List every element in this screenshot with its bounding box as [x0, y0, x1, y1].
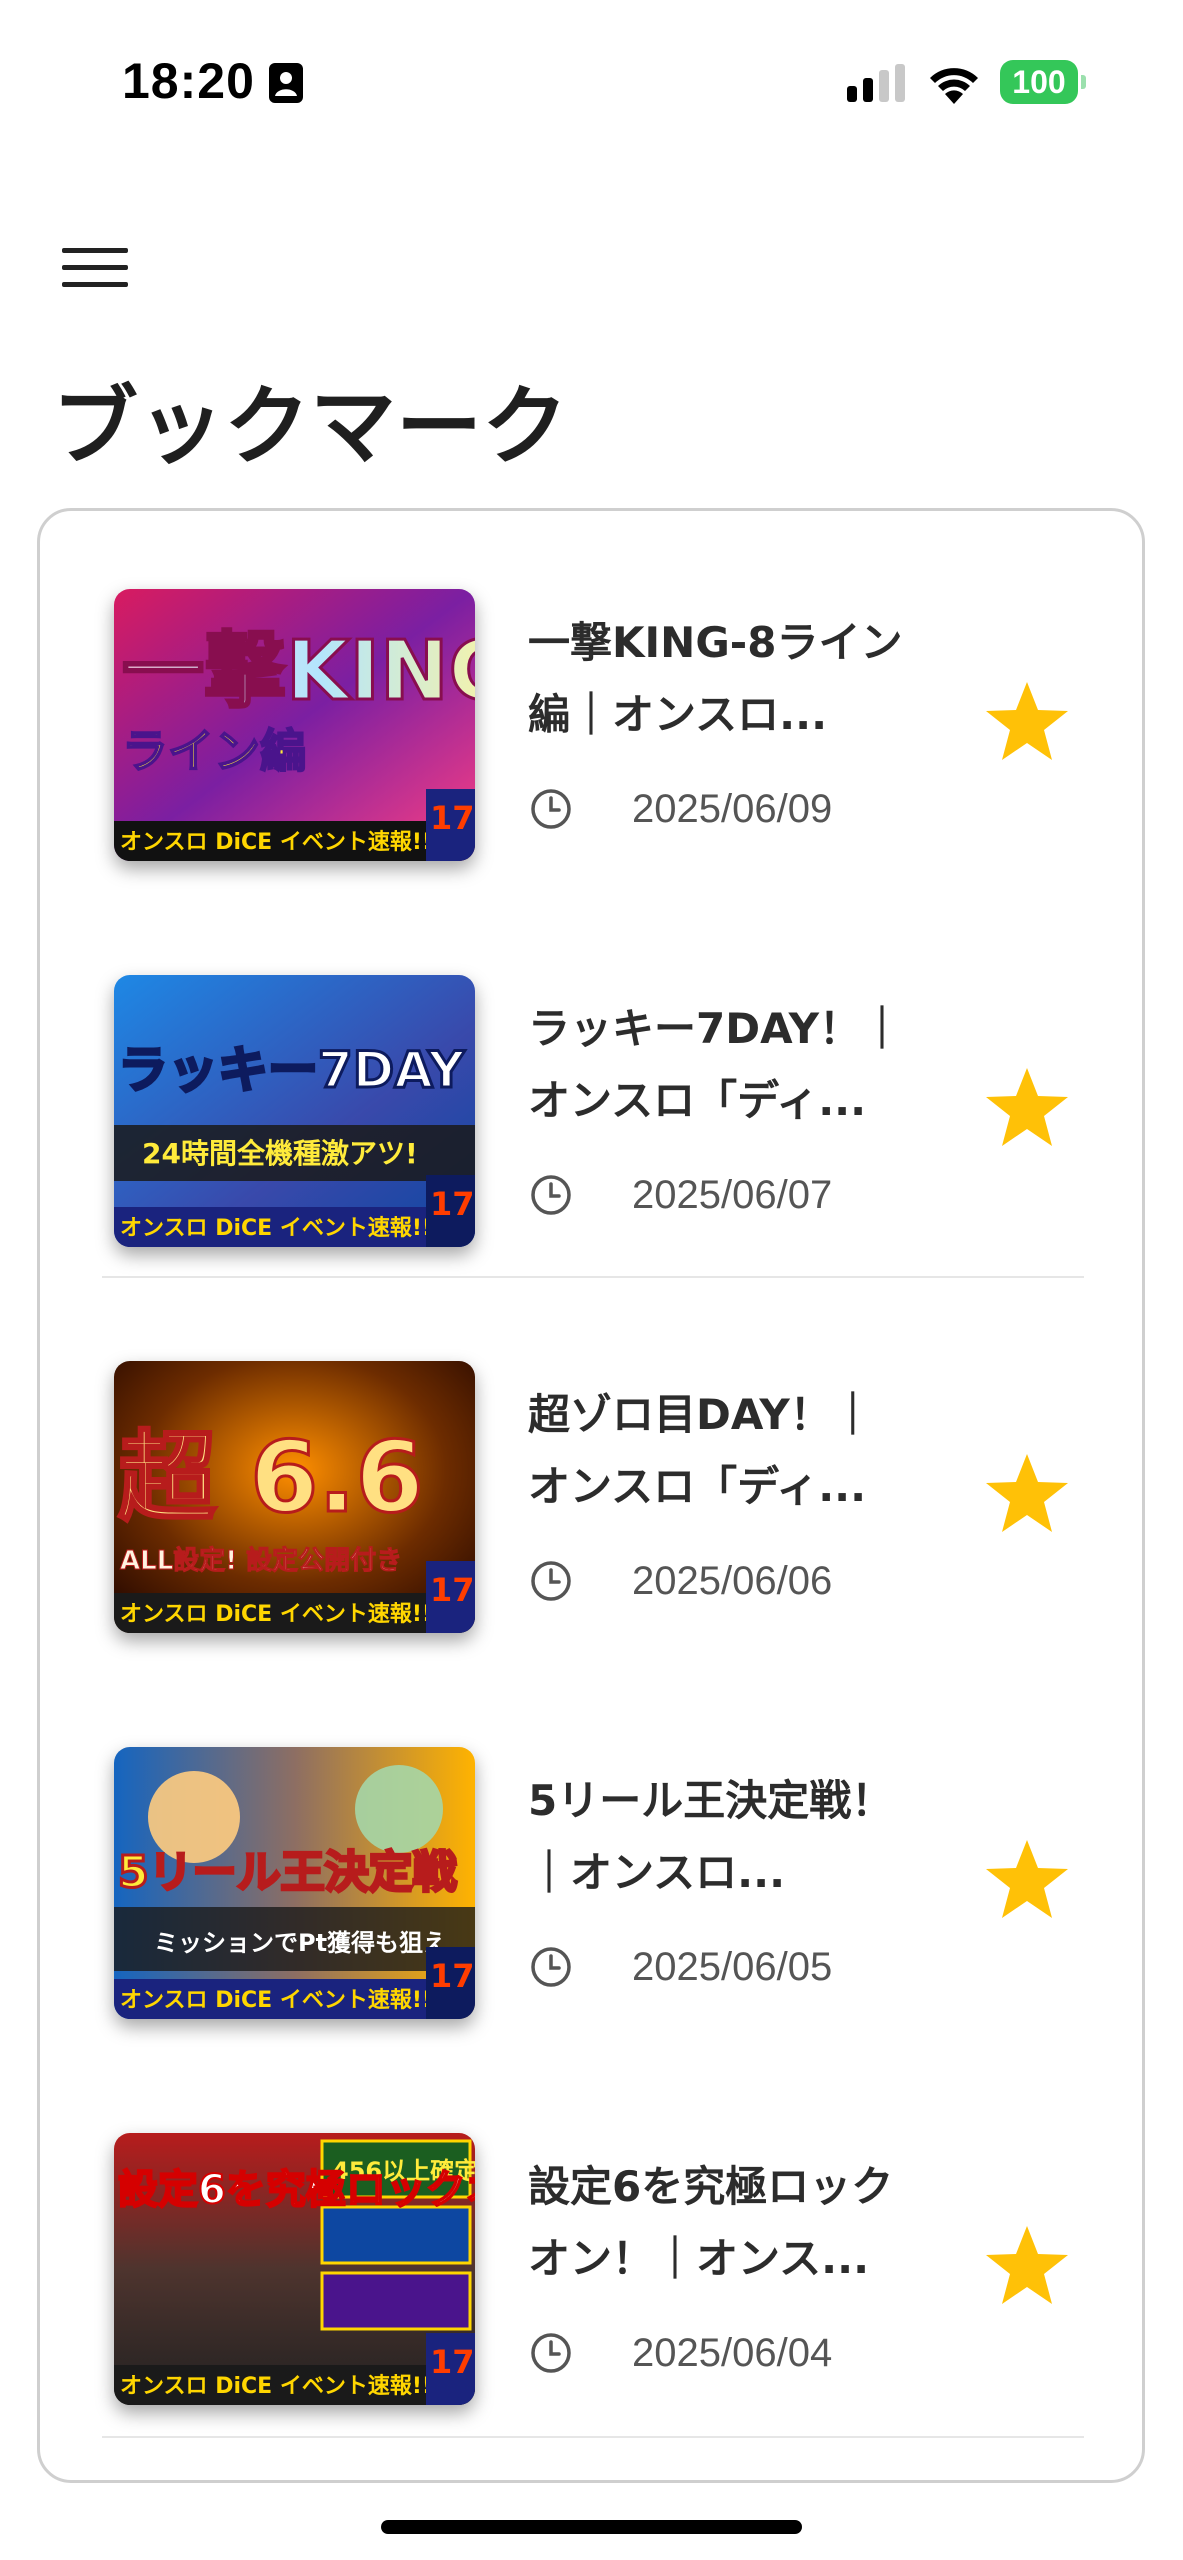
cellular-signal-icon — [847, 64, 905, 102]
bookmark-title-line: オンスロ「ディ... — [528, 1462, 867, 1511]
bookmark-star-icon[interactable] — [982, 1448, 1072, 1538]
bookmark-title-line: ラッキー7DAY！｜ — [528, 1004, 903, 1053]
status-bar: 18:20 100 — [0, 0, 1183, 160]
svg-text:ライン編: ライン編 — [122, 724, 306, 778]
menu-button[interactable] — [52, 232, 138, 304]
svg-text:17: 17 — [430, 799, 475, 837]
battery-level: 100 — [1000, 60, 1078, 104]
divider — [102, 1276, 1084, 1278]
bookmark-item[interactable]: 456以上確定! 設定6を究極ロックオン オンスロ DiCE イベント速報!! … — [40, 2055, 1142, 2441]
svg-text:24時間全機種激アツ!: 24時間全機種激アツ! — [142, 1137, 418, 1170]
thumbnail-image: 5リール王決定戦 ミッションでPt獲得も狙え オンスロ DiCE イベント速報!… — [114, 1747, 475, 2019]
bookmark-title-line: ｜オンスロ... — [528, 1848, 786, 1897]
svg-text:ALL設定! 設定公開付き: ALL設定! 設定公開付き — [120, 1545, 402, 1576]
status-time: 18:20 — [122, 53, 255, 109]
bookmark-star-icon[interactable] — [982, 2220, 1072, 2310]
clock-icon — [531, 1947, 571, 1987]
id-card-icon — [269, 63, 303, 103]
svg-text:超 6.6: 超 6.6 — [118, 1421, 424, 1535]
bookmark-date: 2025/06/04 — [632, 2331, 833, 2375]
svg-text:オンスロ DiCE イベント速報!!: オンスロ DiCE イベント速報!! — [120, 2373, 432, 2399]
bookmark-title-line: 一撃KING-8ライン — [528, 618, 903, 667]
clock-icon — [531, 789, 571, 829]
svg-text:ラッキー7DAY: ラッキー7DAY — [118, 1041, 465, 1099]
clock-icon — [531, 1175, 571, 1215]
svg-text:17: 17 — [430, 1571, 475, 1609]
bookmark-date: 2025/06/07 — [632, 1173, 833, 1217]
bookmark-star-icon[interactable] — [982, 1062, 1072, 1152]
svg-text:オンスロ DiCE イベント速報!!: オンスロ DiCE イベント速報!! — [120, 1215, 432, 1241]
bookmark-item[interactable]: 超 6.6 ALL設定! 設定公開付き オンスロ DiCE イベント速報!! 1… — [40, 1283, 1142, 1669]
svg-text:オンスロ DiCE イベント速報!!: オンスロ DiCE イベント速報!! — [120, 829, 432, 855]
bookmark-item[interactable]: ラッキー7DAY 24時間全機種激アツ! オンスロ DiCE イベント速報!! … — [40, 897, 1142, 1283]
bookmark-title-line: 超ゾロ目DAY！｜ — [528, 1390, 874, 1439]
divider — [102, 2436, 1084, 2438]
thumbnail-image: 456以上確定! 設定6を究極ロックオン オンスロ DiCE イベント速報!! … — [114, 2133, 475, 2405]
menu-line — [62, 265, 128, 270]
svg-text:5リール王決定戦: 5リール王決定戦 — [118, 1847, 457, 1898]
bookmark-star-icon[interactable] — [982, 1834, 1072, 1924]
thumbnail-image: 超 6.6 ALL設定! 設定公開付き オンスロ DiCE イベント速報!! 1… — [114, 1361, 475, 1633]
thumbnail-image: 一撃KING ライン編 オンスロ DiCE イベント速報!! 17 — [114, 589, 475, 861]
wifi-icon — [930, 68, 978, 104]
svg-text:ミッションでPt獲得も狙え: ミッションでPt獲得も狙え — [154, 1929, 447, 1957]
bookmark-list: 一撃KING ライン編 オンスロ DiCE イベント速報!! 17 一撃KING… — [37, 508, 1145, 2483]
bookmark-date: 2025/06/06 — [632, 1559, 833, 1603]
clock-icon — [531, 2333, 571, 2373]
bookmark-title[interactable]: 5リール王決定戦！ ｜オンスロ... — [528, 1765, 978, 1909]
svg-text:17: 17 — [430, 2343, 475, 2381]
battery-indicator: 100 — [1000, 60, 1086, 104]
bookmark-title-line: オン！｜オンス... — [528, 2234, 870, 2283]
svg-text:オンスロ DiCE イベント速報!!: オンスロ DiCE イベント速報!! — [120, 1601, 432, 1627]
bookmark-title-line: オンスロ「ディ... — [528, 1076, 867, 1125]
bookmark-title-line: 設定6を究極ロック — [528, 2162, 894, 2211]
thumbnail-image: ラッキー7DAY 24時間全機種激アツ! オンスロ DiCE イベント速報!! … — [114, 975, 475, 1247]
bookmark-item[interactable]: 5リール王決定戦 ミッションでPt獲得も狙え オンスロ DiCE イベント速報!… — [40, 1669, 1142, 2055]
battery-cap — [1081, 75, 1086, 89]
clock-icon — [531, 1561, 571, 1601]
bookmark-title-line: 5リール王決定戦！ — [528, 1776, 894, 1825]
svg-text:設定6を究極ロックオン: 設定6を究極ロックオン — [118, 2167, 475, 2213]
bookmark-title[interactable]: 超ゾロ目DAY！｜ オンスロ「ディ... — [528, 1379, 978, 1523]
home-indicator[interactable] — [381, 2520, 802, 2534]
bookmark-date: 2025/06/05 — [632, 1945, 833, 1989]
svg-text:17: 17 — [430, 1957, 475, 1995]
bookmark-title-line: 編｜オンスロ... — [528, 690, 828, 739]
menu-line — [62, 248, 128, 253]
bookmark-title[interactable]: 設定6を究極ロック オン！｜オンス... — [528, 2151, 978, 2295]
bookmark-date: 2025/06/09 — [632, 787, 833, 831]
bookmark-star-icon[interactable] — [982, 676, 1072, 766]
bookmark-item[interactable]: 一撃KING ライン編 オンスロ DiCE イベント速報!! 17 一撃KING… — [40, 511, 1142, 897]
bookmark-title[interactable]: ラッキー7DAY！｜ オンスロ「ディ... — [528, 993, 978, 1137]
svg-text:一撃KING: 一撃KING — [122, 624, 475, 719]
menu-line — [62, 282, 128, 287]
svg-text:17: 17 — [430, 1185, 475, 1223]
page-title: ブックマーク — [52, 377, 568, 477]
bookmark-title[interactable]: 一撃KING-8ライン 編｜オンスロ... — [528, 607, 978, 751]
svg-text:オンスロ DiCE イベント速報!!: オンスロ DiCE イベント速報!! — [120, 1987, 432, 2013]
